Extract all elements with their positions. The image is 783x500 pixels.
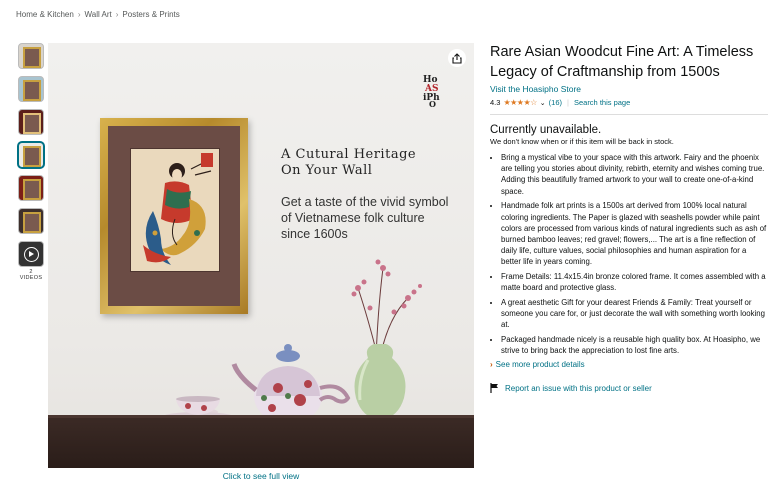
wooden-shelf bbox=[48, 418, 474, 468]
thumbnail-5[interactable] bbox=[18, 175, 44, 201]
report-issue-label: Report an issue with this product or sel… bbox=[505, 384, 652, 394]
report-issue-link[interactable]: Report an issue with this product or sel… bbox=[490, 382, 768, 395]
star-rating-icon[interactable]: ★★★★☆ bbox=[503, 98, 537, 107]
rating-value: 4.3 bbox=[490, 98, 501, 107]
thumbnail-3[interactable] bbox=[18, 109, 44, 135]
feature-bullets: Bring a mystical vibe to your space with… bbox=[490, 152, 768, 356]
search-this-page-link[interactable]: Search this page bbox=[574, 98, 630, 107]
store-link[interactable]: Visit the Hoasipho Store bbox=[490, 84, 768, 94]
feature-bullet: Frame Details: 11.4x15.4in bronze colore… bbox=[501, 271, 768, 293]
thumbnail-1[interactable] bbox=[18, 43, 44, 69]
product-info-panel: Rare Asian Woodcut Fine Art: A Timeless … bbox=[490, 42, 768, 395]
share-icon[interactable] bbox=[448, 49, 466, 67]
decor-illustration bbox=[208, 259, 422, 424]
availability-status: Currently unavailable. bbox=[490, 124, 602, 136]
thumbnail-6[interactable] bbox=[18, 208, 44, 234]
breadcrumb-wall-art[interactable]: Wall Art bbox=[84, 10, 111, 19]
feature-bullet: A great aesthetic Gift for your dearest … bbox=[501, 297, 768, 331]
breadcrumb: Home & Kitchen › Wall Art › Posters & Pr… bbox=[16, 10, 180, 19]
divider bbox=[490, 114, 768, 115]
feature-bullet: Bring a mystical vibe to your space with… bbox=[501, 152, 768, 197]
availability-note: We don't know when or if this item will … bbox=[490, 137, 674, 146]
review-count-link[interactable]: (16) bbox=[549, 98, 562, 107]
woodcut-artwork bbox=[130, 148, 220, 272]
image-subline: Get a taste of the vivid symbol of Vietn… bbox=[281, 195, 449, 241]
feature-bullet: Handmade folk art prints is a 1500s art … bbox=[501, 200, 768, 267]
breadcrumb-separator: › bbox=[115, 10, 119, 19]
chevron-down-icon[interactable]: ⌄ bbox=[540, 99, 546, 107]
see-full-view-link[interactable]: Click to see full view bbox=[48, 471, 474, 481]
see-more-label: See more product details bbox=[495, 359, 585, 369]
videos-count-label: 2 VIDEOS bbox=[19, 269, 43, 281]
thumbnail-4-selected[interactable] bbox=[18, 142, 44, 168]
video-thumbnail[interactable] bbox=[18, 241, 44, 267]
thumbnail-2[interactable] bbox=[18, 76, 44, 102]
chevron-right-icon: › bbox=[490, 359, 493, 369]
hoasipho-logo: Ho AS iPh O bbox=[423, 73, 445, 110]
breadcrumb-home-kitchen[interactable]: Home & Kitchen bbox=[16, 10, 74, 19]
flag-icon bbox=[490, 382, 499, 395]
feature-bullet: Packaged handmade nicely is a reusable h… bbox=[501, 334, 768, 356]
image-headline: A Cutural Heritage On Your Wall bbox=[281, 147, 417, 178]
see-more-details-link[interactable]: › See more product details bbox=[490, 360, 768, 369]
breadcrumb-separator: › bbox=[77, 10, 81, 19]
svg-text:O: O bbox=[429, 99, 436, 107]
image-thumbnail-strip: 2 VIDEOS bbox=[18, 43, 44, 281]
rating-row: 4.3 ★★★★☆ ⌄ (16) | Search this page bbox=[490, 98, 631, 107]
breadcrumb-posters-prints[interactable]: Posters & Prints bbox=[122, 10, 179, 19]
product-title: Rare Asian Woodcut Fine Art: A Timeless … bbox=[490, 44, 754, 80]
main-product-image[interactable]: Ho AS iPh O A Cutural Heritage On Your W… bbox=[48, 43, 474, 468]
